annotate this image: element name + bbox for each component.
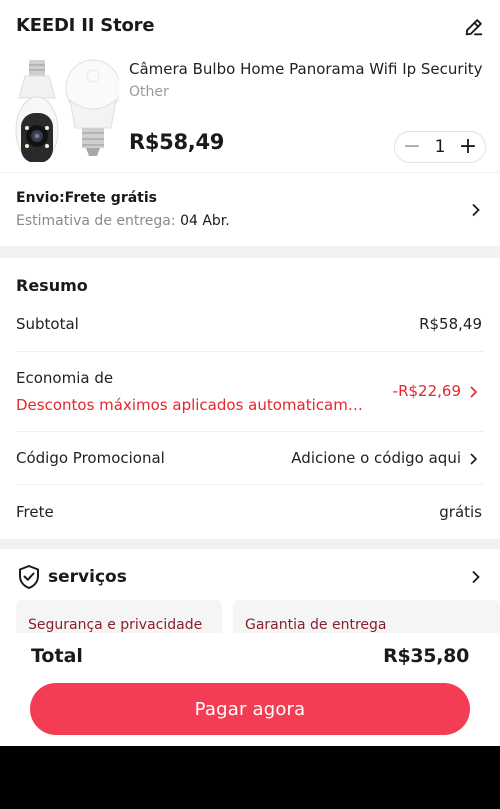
checkout-screen: KEEDI II Store Câmera Bulbo Home Panoram… — [0, 0, 500, 746]
subtotal-label: Subtotal — [16, 315, 79, 333]
shipping-fee-value: grátis — [439, 503, 482, 521]
service-card-label: Segurança e privacidade — [28, 617, 203, 633]
product-image[interactable] — [15, 58, 121, 164]
store-header: KEEDI II Store — [0, 0, 500, 56]
divider — [16, 351, 484, 352]
total-label: Total — [31, 645, 83, 667]
divider — [16, 484, 484, 485]
promo-code-label: Código Promocional — [16, 449, 165, 467]
product-variant[interactable]: Other — [129, 84, 169, 100]
edit-icon[interactable] — [462, 15, 486, 39]
checkout-footer: Total R$35,80 Pagar agora — [0, 633, 500, 746]
services-title: serviços — [48, 567, 127, 587]
savings-value[interactable]: -R$22,69 — [393, 382, 461, 400]
quantity-stepper: − 1 + — [394, 131, 486, 163]
divider — [0, 172, 500, 173]
chevron-right-icon[interactable] — [468, 385, 480, 399]
plus-icon[interactable]: + — [458, 136, 478, 158]
store-name: KEEDI II Store — [16, 15, 155, 36]
savings-label: Economia de — [16, 369, 114, 387]
service-card-label: Garantia de entrega — [245, 617, 387, 633]
section-gap — [0, 539, 500, 549]
delivery-estimate: Estimativa de entrega: 04 Abr. — [16, 213, 230, 229]
chevron-right-icon — [472, 203, 480, 217]
shipping-row[interactable]: Envio:Frete grátis Estimativa de entrega… — [0, 174, 500, 246]
section-gap — [0, 246, 500, 258]
delivery-estimate-label: Estimativa de entrega: — [16, 213, 181, 229]
delivery-date: 04 Abr. — [180, 213, 230, 229]
minus-icon[interactable]: − — [402, 136, 422, 158]
product-title[interactable]: Câmera Bulbo Home Panorama Wifi Ip Secur… — [129, 60, 484, 78]
add-promo-code-link[interactable]: Adicione o código aqui — [291, 449, 461, 467]
subtotal-value: R$58,49 — [419, 315, 482, 333]
savings-note[interactable]: Descontos máximos aplicados automaticame… — [16, 396, 371, 414]
quantity-value[interactable]: 1 — [435, 137, 446, 157]
services-header[interactable]: serviços — [0, 558, 500, 598]
summary-title: Resumo — [16, 276, 88, 295]
chevron-right-icon[interactable] — [468, 452, 480, 466]
shipping-fee-label: Frete — [16, 503, 54, 521]
product-price: R$58,49 — [129, 130, 225, 154]
total-value: R$35,80 — [383, 645, 469, 667]
shipping-title: Envio:Frete grátis — [16, 190, 157, 206]
pay-now-button[interactable]: Pagar agora — [30, 683, 470, 735]
chevron-right-icon — [472, 570, 480, 584]
divider — [16, 431, 484, 432]
product-item: Câmera Bulbo Home Panorama Wifi Ip Secur… — [0, 56, 500, 172]
shield-check-icon — [19, 565, 39, 589]
